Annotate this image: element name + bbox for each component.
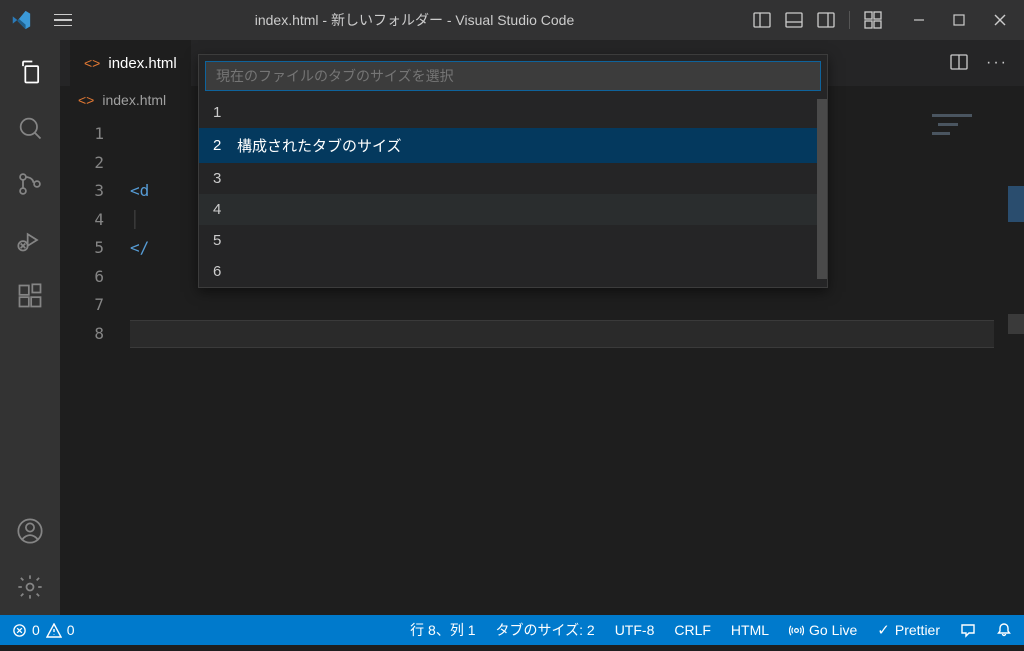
panel-left-icon[interactable] — [753, 12, 771, 28]
warnings-indicator[interactable]: 0 — [46, 622, 75, 638]
notifications-icon[interactable] — [996, 622, 1012, 638]
prettier-status[interactable]: ✓ Prettier — [877, 621, 940, 639]
cursor-position[interactable]: 行 8、列 1 — [410, 620, 475, 640]
breadcrumb-filename: index.html — [102, 92, 166, 108]
go-live[interactable]: Go Live — [789, 622, 857, 638]
maximize-button[interactable] — [952, 12, 966, 28]
scrollbar[interactable] — [1008, 114, 1024, 615]
extensions-icon[interactable] — [16, 282, 44, 310]
scroll-marker — [1008, 186, 1024, 222]
encoding[interactable]: UTF-8 — [615, 622, 655, 638]
split-editor-icon[interactable] — [950, 54, 968, 73]
quick-pick-item[interactable]: 5 — [199, 225, 827, 256]
quick-pick-item[interactable]: 4 — [199, 194, 827, 225]
editor-tab[interactable]: <> index.html — [70, 40, 191, 86]
quick-pick-dropdown: 1 2構成されたタブのサイズ 3 4 5 6 — [198, 54, 828, 288]
scroll-marker — [1008, 314, 1024, 334]
run-debug-icon[interactable] — [16, 226, 44, 254]
minimize-button[interactable] — [912, 12, 926, 28]
activity-bar — [0, 40, 60, 615]
title-bar: index.html - 新しいフォルダー - Visual Studio Co… — [0, 0, 1024, 40]
html-file-icon: <> — [78, 92, 94, 108]
settings-gear-icon[interactable] — [16, 573, 44, 601]
panel-bottom-icon[interactable] — [785, 12, 803, 28]
hamburger-menu-icon[interactable] — [50, 10, 76, 31]
language-mode[interactable]: HTML — [731, 622, 769, 638]
errors-indicator[interactable]: 0 — [12, 622, 40, 638]
quick-pick-scrollbar[interactable] — [817, 99, 827, 279]
eol[interactable]: CRLF — [674, 622, 711, 638]
panel-right-icon[interactable] — [817, 12, 835, 28]
window-title: index.html - 新しいフォルダー - Visual Studio Co… — [94, 10, 735, 30]
html-file-icon: <> — [84, 55, 100, 71]
vscode-logo-icon — [10, 9, 32, 31]
search-icon[interactable] — [16, 114, 44, 142]
source-control-icon[interactable] — [16, 170, 44, 198]
quick-pick-input[interactable] — [205, 61, 821, 91]
check-icon: ✓ — [877, 621, 890, 639]
line-numbers: 1 2 3 4 5 6 7 8 — [60, 114, 130, 615]
minimap[interactable] — [932, 114, 1002, 174]
quick-pick-list: 1 2構成されたタブのサイズ 3 4 5 6 — [199, 97, 827, 287]
quick-pick-item[interactable]: 1 — [199, 97, 827, 128]
close-button[interactable] — [992, 12, 1008, 28]
status-bar: 0 0 行 8、列 1 タブのサイズ: 2 UTF-8 CRLF HTML Go… — [0, 615, 1024, 645]
feedback-icon[interactable] — [960, 622, 976, 638]
divider — [849, 11, 850, 29]
customize-layout-icon[interactable] — [864, 11, 882, 29]
account-icon[interactable] — [16, 517, 44, 545]
tab-size[interactable]: タブのサイズ: 2 — [496, 620, 595, 640]
quick-pick-item[interactable]: 2構成されたタブのサイズ — [199, 128, 827, 163]
tab-filename: index.html — [108, 55, 176, 72]
more-actions-icon[interactable]: ··· — [986, 54, 1008, 72]
quick-pick-item[interactable]: 3 — [199, 163, 827, 194]
quick-pick-item[interactable]: 6 — [199, 256, 827, 287]
explorer-icon[interactable] — [16, 58, 44, 86]
